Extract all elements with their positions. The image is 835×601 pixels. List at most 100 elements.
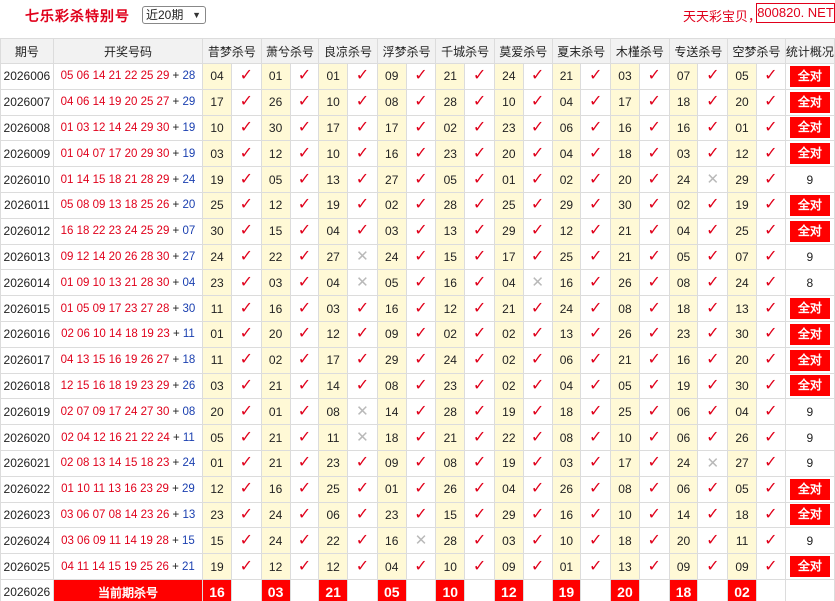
kill-number: 24	[202, 243, 232, 271]
check-icon: ✓	[472, 505, 487, 523]
hit-mark: ✓	[638, 398, 670, 426]
issue-number: 2026013	[0, 243, 54, 271]
hit-mark: ✓	[522, 346, 553, 374]
special-number: 11	[182, 431, 195, 444]
check-icon: ✓	[355, 351, 370, 369]
table-row: 2026023 03 06 07 08 14 23 26 + 13 23 ✓ 24 ✓ 06…	[0, 501, 835, 529]
hit-mark: ✓	[638, 63, 670, 90]
check-icon: ✓	[706, 247, 720, 265]
cross-icon: ✕	[356, 248, 369, 266]
hit-mark: ✓	[464, 372, 495, 400]
table-row: 2026014 01 09 10 13 21 28 30 + 04 23 ✓ 03 ✓ 04…	[0, 269, 835, 297]
kill-number: 21	[260, 449, 291, 477]
check-icon: ✓	[414, 299, 428, 317]
check-icon: ✓	[530, 505, 545, 523]
kill-number: 16	[551, 269, 582, 297]
issue-number: 2026008	[0, 114, 54, 142]
hit-mark: ✓	[289, 243, 320, 271]
site-url-link[interactable]: 800820. NET	[756, 3, 835, 23]
check-icon: ✓	[355, 170, 370, 188]
kill-number: 10	[551, 527, 582, 555]
kill-number: 17	[318, 346, 349, 374]
issue-number: 2026022	[0, 475, 54, 503]
hit-mark: ✓	[289, 269, 320, 297]
kill-number: 24	[376, 243, 407, 271]
kill-number: 06	[668, 398, 699, 426]
check-icon: ✓	[355, 196, 370, 214]
check-icon: ✓	[530, 222, 545, 240]
check-icon: ✓	[297, 428, 312, 446]
current-blank-cell	[580, 578, 612, 601]
kill-number: 15	[435, 501, 466, 529]
hit-mark: ✓	[580, 501, 612, 529]
check-icon: ✓	[764, 118, 778, 136]
check-icon: ✓	[647, 376, 661, 394]
table-row: 2026013 09 12 14 20 26 28 30 + 27 24 ✓ 22 ✓ 27…	[0, 243, 835, 271]
kill-number: 02	[493, 372, 524, 400]
kill-number: 28	[435, 88, 466, 116]
kill-number: 26	[435, 475, 466, 503]
kill-number: 05	[376, 269, 407, 297]
issue-number: 2026021	[0, 449, 54, 477]
issue-number: 2026006	[0, 63, 54, 90]
current-kill-number: 19	[551, 578, 582, 601]
stat-cell: 全对	[784, 372, 835, 400]
kill-number: 09	[727, 553, 757, 580]
hit-mark: ✓	[347, 114, 378, 142]
main-numbers: 05 06 14 21 22 25 29	[60, 70, 170, 83]
period-select[interactable]: 近20期 ▼	[142, 6, 206, 24]
check-icon: ✓	[414, 428, 428, 446]
hit-mark: ✓	[347, 372, 378, 400]
current-issue-number: 2026026	[0, 578, 54, 601]
kill-number: 02	[668, 191, 699, 219]
hit-mark: ✓	[697, 424, 729, 451]
check-icon: ✓	[588, 531, 603, 549]
column-header-expert: 千城杀号	[435, 38, 495, 64]
check-icon: ✓	[647, 480, 661, 498]
check-icon: ✓	[764, 299, 778, 317]
check-icon: ✓	[239, 170, 254, 188]
hit-mark: ✓	[522, 140, 553, 168]
kill-number: 17	[202, 88, 232, 116]
kill-number: 12	[260, 191, 291, 219]
check-icon: ✓	[706, 351, 720, 369]
kill-number: 29	[376, 346, 407, 374]
hit-mark: ✓	[522, 191, 553, 219]
hit-mark: ✓	[230, 320, 262, 348]
check-icon: ✓	[588, 170, 603, 188]
check-icon: ✓	[239, 247, 254, 265]
hit-mark: ✓	[522, 501, 553, 529]
draw-numbers: 04 06 14 19 20 25 27 + 29	[52, 88, 204, 116]
hit-mark: ✓	[405, 114, 437, 142]
kill-number: 29	[551, 191, 582, 219]
hit-mark: ✓	[638, 320, 670, 348]
table-row: 2026021 02 08 13 14 15 18 23 + 24 01 ✓ 21 ✓ 23…	[0, 449, 835, 477]
kill-number: 30	[727, 372, 757, 400]
hit-mark: ✓	[522, 372, 553, 400]
hit-mark: ✓	[464, 346, 495, 374]
current-kill-number: 02	[727, 578, 757, 601]
kill-number: 23	[435, 140, 466, 168]
issue-number: 2026010	[0, 166, 54, 193]
plus-sign: +	[169, 508, 183, 521]
check-icon: ✓	[239, 480, 254, 498]
check-icon: ✓	[706, 118, 720, 136]
hit-mark: ✓	[580, 346, 612, 374]
table-row: 2026018 12 15 16 18 19 23 29 + 26 03 ✓ 21 ✓ 14…	[0, 372, 835, 400]
kill-number: 16	[376, 295, 407, 322]
hit-mark: ✓	[289, 166, 320, 193]
hit-mark: ✓	[289, 449, 320, 477]
kill-number: 02	[260, 346, 291, 374]
kill-number: 08	[376, 88, 407, 116]
stat-cell: 全对	[784, 140, 835, 168]
stat-cell: 9	[784, 398, 835, 426]
hit-mark: ✓	[347, 527, 378, 555]
current-blank-cell	[347, 578, 378, 601]
table-row: 2026017 04 13 15 16 19 26 27 + 18 11 ✓ 02 ✓ 17…	[0, 346, 835, 374]
check-icon: ✓	[647, 144, 661, 162]
check-icon: ✓	[530, 67, 545, 85]
check-icon: ✓	[297, 376, 312, 394]
column-header-expert: 空梦杀号	[727, 38, 786, 64]
cross-icon: ✕	[356, 403, 369, 421]
current-blank-cell	[289, 578, 320, 601]
